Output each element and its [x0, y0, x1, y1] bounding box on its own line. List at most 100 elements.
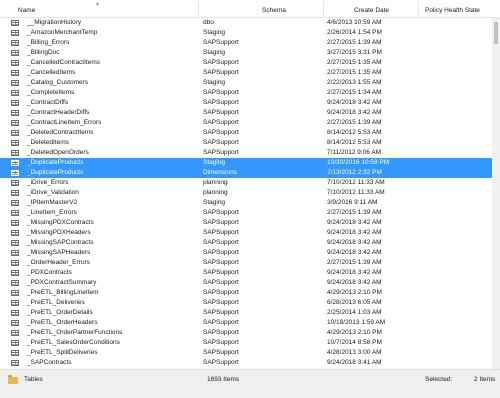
table-row[interactable]: _PreETL_OrderHeaders SAPSupport 10/18/2013…: [0, 318, 492, 328]
table-name: _PreETL_OrderPartnerFunctions: [27, 329, 123, 336]
table-row[interactable]: _SAPContracts SAPSupport 9/24/2018 3:41 AM: [0, 358, 492, 368]
table-schema: SAPSupport: [203, 139, 239, 146]
table-row[interactable]: _PreETL_Deliveries SAPSupport 6/28/2013 6:…: [0, 298, 492, 308]
table-row[interactable]: _PreETL_OrderDetails SAPSupport 2/25/2014 …: [0, 308, 492, 318]
table-row[interactable]: _iDrive_Errors planning 7/10/2012 11:33 AM: [0, 178, 492, 188]
table-row[interactable]: _OrderHeader_Errors SAPSupport 2/27/2015 1…: [0, 258, 492, 268]
table-schema: planning: [203, 189, 228, 196]
table-icon: [11, 80, 19, 86]
table-name: _PreETL_OrderHeaders: [27, 319, 98, 326]
table-schema: SAPSupport: [203, 299, 239, 306]
table-row[interactable]: _Catalog_Customers Staging 2/22/2013 1:55 …: [0, 78, 492, 88]
table-row[interactable]: _LineItem_Errors SAPSupport 2/27/2015 1:39…: [0, 208, 492, 218]
table-icon: [11, 210, 19, 216]
table-row[interactable]: _ContractLineItem_Errors SAPSupport 2/27/2…: [0, 118, 492, 128]
table-row[interactable]: _DeletedItems SAPSupport 8/14/2012 5:53 AM: [0, 138, 492, 148]
table-row[interactable]: _AmazonMerchantTemp Staging 2/26/2014 1:54…: [0, 28, 492, 38]
table-create-date: 9/24/2018 3:42 AM: [327, 279, 382, 286]
table-schema: SAPSupport: [203, 119, 239, 126]
table-row[interactable]: _CancelledItems SAPSupport 2/27/2015 1:35 …: [0, 68, 492, 78]
table-row[interactable]: _MissingSAPHeaders SAPSupport 9/24/2018 3:…: [0, 248, 492, 258]
table-name: _CompleteItems: [27, 89, 75, 96]
table-row[interactable]: _PreETL_SplitDeliveries SAPSupport 4/28/20…: [0, 348, 492, 358]
table-create-date: 2/22/2013 1:55 AM: [327, 79, 382, 86]
table-icon: [11, 200, 19, 206]
table-schema: SAPSupport: [203, 149, 239, 156]
table-name: _LineItem_Errors: [27, 209, 77, 216]
column-resize-handle[interactable]: [323, 2, 324, 18]
table-row[interactable]: _DeletedContractItems SAPSupport 8/14/2012…: [0, 128, 492, 138]
table-row[interactable]: _MissingPDXContracts SAPSupport 9/24/2018 …: [0, 218, 492, 228]
table-row[interactable]: _CompleteItems SAPSupport 2/27/2015 1:34 A…: [0, 88, 492, 98]
table-icon: [11, 50, 19, 56]
table-create-date: 3/27/2015 3:31 PM: [327, 49, 382, 56]
vertical-scrollbar[interactable]: [492, 18, 500, 369]
table-row[interactable]: _ContractDiffs SAPSupport 9/24/2018 3:42 A…: [0, 98, 492, 108]
table-create-date: 7/11/2012 9:06 AM: [327, 149, 382, 156]
table-row[interactable]: _PreETL_SalesOrderConditions SAPSupport 10…: [0, 338, 492, 348]
table-create-date: 6/28/2013 6:05 AM: [327, 299, 382, 306]
table-icon: [11, 90, 19, 96]
column-resize-handle[interactable]: [418, 2, 419, 18]
column-header-create-date[interactable]: Create Date: [354, 0, 389, 18]
sort-up-icon: ▲: [95, 1, 100, 7]
table-name: _AmazonMerchantTemp: [27, 29, 98, 36]
table-create-date: 2/27/2015 1:39 AM: [327, 259, 382, 266]
table-schema: SAPSupport: [203, 39, 239, 46]
table-icon: [11, 150, 19, 156]
table-icon: [11, 70, 19, 76]
table-name: _MissingSAPHeaders: [27, 249, 91, 256]
table-schema: dbo: [203, 19, 214, 26]
table-row[interactable]: _DuplicateProducts Dimensions 7/13/2012 2:…: [0, 168, 492, 178]
table-icon: [11, 290, 19, 296]
table-create-date: 8/14/2012 5:53 AM: [327, 129, 382, 136]
table-schema: SAPSupport: [203, 219, 239, 226]
table-create-date: 2/27/2015 1:35 AM: [327, 59, 382, 66]
table-icon: [11, 260, 19, 266]
table-row[interactable]: _MissingSAPContracts SAPSupport 9/24/2018 …: [0, 238, 492, 248]
table-create-date: 9/24/2018 3:42 AM: [327, 109, 382, 116]
table-row[interactable]: _IPItemMasterV2 Staging 3/9/2016 9:11 AM: [0, 198, 492, 208]
table-name: _CancelledContractItems: [27, 59, 100, 66]
table-name: _IPItemMasterV2: [27, 199, 78, 206]
table-name: _Catalog_Customers: [27, 79, 89, 86]
table-create-date: 4/6/2013 10:59 AM: [327, 19, 382, 26]
table-icon: [11, 340, 19, 346]
table-row[interactable]: _iDrive_Validation planning 7/10/2012 11:3…: [0, 188, 492, 198]
table-row[interactable]: _PreETL_OrderPartnerFunctions SAPSupport 4…: [0, 328, 492, 338]
table-create-date: 7/13/2012 2:32 PM: [327, 169, 382, 176]
table-row[interactable]: _Billing_Errors SAPSupport 2/27/2015 1:39 …: [0, 38, 492, 48]
table-row[interactable]: _DeletedOpenOrders SAPSupport 7/11/2012 9:…: [0, 148, 492, 158]
table-schema: SAPSupport: [203, 99, 239, 106]
table-row[interactable]: _BillingDoc Staging 3/27/2015 3:31 PM: [0, 48, 492, 58]
table-row[interactable]: __MigrationHistory dbo 4/6/2013 10:59 AM: [0, 18, 492, 28]
table-create-date: 9/24/2018 3:42 AM: [327, 229, 382, 236]
column-header-policy-health-state[interactable]: Policy Health State: [425, 0, 480, 18]
column-header-schema[interactable]: Schema: [262, 0, 286, 18]
table-row[interactable]: _PreETL_BillingLineItem SAPSupport 4/29/20…: [0, 288, 492, 298]
table-row[interactable]: _CancelledContractItems SAPSupport 2/27/20…: [0, 58, 492, 68]
column-resize-handle[interactable]: [198, 2, 199, 18]
table-icon: [11, 300, 19, 306]
table-create-date: 10/7/2014 8:58 PM: [327, 339, 382, 346]
table-create-date: 3/9/2016 9:11 AM: [327, 199, 378, 206]
table-create-date: 2/27/2015 1:39 AM: [327, 209, 382, 216]
status-folder-label: Tables: [24, 376, 43, 383]
table-name: _DeletedContractItems: [27, 129, 94, 136]
table-row[interactable]: _ContractHeaderDiffs SAPSupport 9/24/2018 …: [0, 108, 492, 118]
table-row[interactable]: _MissingPDXHeaders SAPSupport 9/24/2018 3:…: [0, 228, 492, 238]
table-schema: SAPSupport: [203, 279, 239, 286]
table-row[interactable]: _DuplicateProducts Staging 10/30/2016 10:5…: [0, 158, 492, 168]
table-icon: [11, 330, 19, 336]
table-name: _PreETL_OrderDetails: [27, 309, 93, 316]
table-icon: [11, 280, 19, 286]
table-schema: SAPSupport: [203, 259, 239, 266]
scrollbar-thumb[interactable]: [494, 22, 498, 44]
table-icon: [11, 240, 19, 246]
table-create-date: 2/27/2015 1:39 AM: [327, 119, 382, 126]
table-name: _Billing_Errors: [27, 39, 70, 46]
table-create-date: 4/29/2013 2:10 PM: [327, 329, 382, 336]
table-row[interactable]: _PDXContracts SAPSupport 9/24/2018 3:42 AM: [0, 268, 492, 278]
column-header-name[interactable]: Name: [18, 0, 35, 18]
table-row[interactable]: _PDXContractSummary SAPSupport 9/24/2018 3…: [0, 278, 492, 288]
